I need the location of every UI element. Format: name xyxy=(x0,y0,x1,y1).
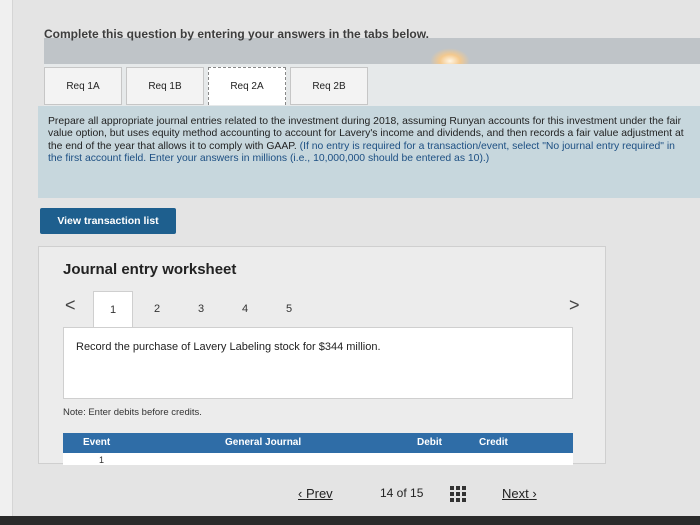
col-event: Event xyxy=(83,437,111,448)
grid-icon[interactable] xyxy=(450,486,466,502)
entry-tab-2[interactable]: 2 xyxy=(137,291,177,327)
journal-table-header: Event General Journal Debit Credit xyxy=(63,433,573,453)
question-navigation: ‹ Prev 14 of 15 Next › xyxy=(290,482,570,508)
entry-tab-1[interactable]: 1 xyxy=(93,291,133,327)
col-credit: Credit xyxy=(479,437,508,448)
page-counter: 14 of 15 xyxy=(380,486,424,500)
entry-tab-3[interactable]: 3 xyxy=(181,291,221,327)
transaction-description: Record the purchase of Lavery Labeling s… xyxy=(63,327,573,399)
entry-number-tabs: 1 2 3 4 5 xyxy=(93,291,573,327)
next-label: Next xyxy=(502,486,529,501)
tab-req-2b[interactable]: Req 2B xyxy=(290,67,368,105)
row-event-number: 1 xyxy=(99,455,105,465)
instructions-panel: Prepare all appropriate journal entries … xyxy=(38,106,700,198)
prev-label: Prev xyxy=(305,486,333,501)
tab-req-1b[interactable]: Req 1B xyxy=(126,67,204,105)
next-link[interactable]: Next › xyxy=(502,486,537,501)
question-banner: Complete this question by entering your … xyxy=(44,27,429,41)
worksheet-title: Journal entry worksheet xyxy=(63,261,237,278)
requirement-tabs: Req 1A Req 1B Req 2A Req 2B xyxy=(44,64,700,106)
chevron-left-icon[interactable]: < xyxy=(65,295,76,316)
col-general-journal: General Journal xyxy=(225,437,302,448)
prev-link[interactable]: ‹ Prev xyxy=(298,486,333,501)
browser-edge xyxy=(0,0,13,525)
journal-entry-worksheet: Journal entry worksheet < 1 2 3 4 5 > Re… xyxy=(38,246,606,465)
tab-req-2a[interactable]: Req 2A xyxy=(208,67,286,105)
chevron-right-icon[interactable]: > xyxy=(569,295,580,316)
entry-tab-5[interactable]: 5 xyxy=(269,291,309,327)
col-debit: Debit xyxy=(417,437,442,448)
debits-note: Note: Enter debits before credits. xyxy=(63,407,202,418)
tab-req-1a[interactable]: Req 1A xyxy=(44,67,122,105)
entry-tab-4[interactable]: 4 xyxy=(225,291,265,327)
screen-bezel xyxy=(0,516,700,525)
table-row[interactable]: 1 xyxy=(63,453,573,465)
view-transaction-list-button[interactable]: View transaction list xyxy=(40,208,176,234)
